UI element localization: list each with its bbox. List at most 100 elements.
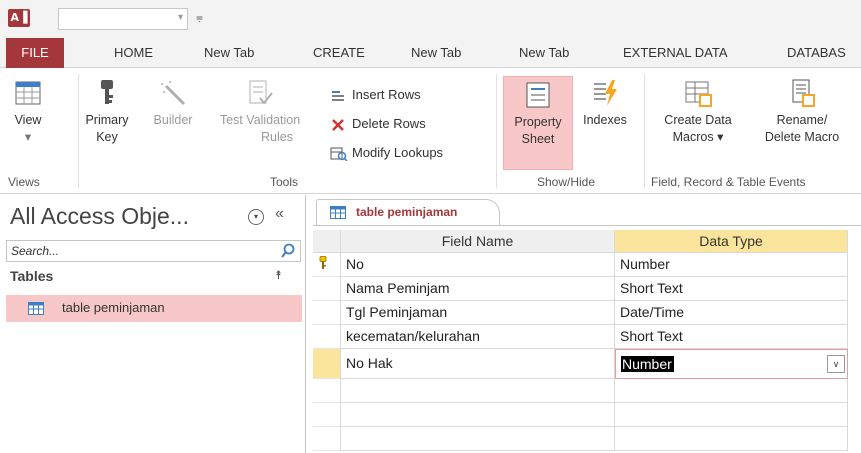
field-name-cell[interactable]: Nama Peminjam <box>341 277 615 301</box>
table-row[interactable] <box>313 427 848 451</box>
primary-key-icon <box>319 256 327 269</box>
test-validation-rules-button[interactable]: Test Validation Rules <box>212 78 308 146</box>
rename-macro-icon <box>792 79 815 107</box>
data-type-cell[interactable] <box>615 403 848 427</box>
view-button[interactable]: View ▾ <box>8 78 48 146</box>
test-validation-label-2: Rules <box>261 130 293 144</box>
property-sheet-label-2: Sheet <box>521 132 555 146</box>
data-type-cell[interactable] <box>615 379 848 403</box>
tab-external-data[interactable]: EXTERNAL DATA <box>623 38 728 68</box>
table-row[interactable]: Nama Peminjam Short Text <box>313 277 848 301</box>
collapse-pane-icon[interactable]: « <box>275 205 284 223</box>
field-name-column-header[interactable]: Field Name <box>341 230 615 253</box>
row-selector[interactable] <box>313 301 341 325</box>
property-sheet-button[interactable]: Property Sheet <box>503 76 573 170</box>
tab-new-tab-1[interactable]: New Tab <box>204 38 254 68</box>
data-type-cell[interactable]: Short Text <box>615 277 848 301</box>
row-selector[interactable] <box>313 253 341 277</box>
events-group-label: Field, Record & Table Events <box>651 175 806 189</box>
search-placeholder: Search... <box>11 244 60 258</box>
nav-item-table-peminjaman[interactable]: table peminjaman <box>6 295 302 322</box>
table-icon <box>28 302 44 315</box>
data-type-column-header[interactable]: Data Type <box>615 230 848 253</box>
insert-rows-label: Insert Rows <box>352 87 421 102</box>
data-type-cell[interactable] <box>615 427 848 451</box>
chevron-down-icon[interactable]: ▾ <box>178 12 183 23</box>
access-logo-icon[interactable]: A▐ <box>8 9 30 27</box>
data-type-cell[interactable]: Number <box>615 253 848 277</box>
customize-toolbar-icon[interactable]: ⩦ <box>196 10 203 25</box>
table-row[interactable]: kecematan/kelurahan Short Text <box>313 325 848 349</box>
dropdown-chevron-icon[interactable]: ∨ <box>827 355 845 373</box>
field-name-cell[interactable] <box>341 427 615 451</box>
chevron-down-icon: ▾ <box>24 130 32 144</box>
delete-rows-button[interactable]: Delete Rows <box>330 113 426 135</box>
property-sheet-label-1: Property <box>514 115 562 129</box>
tables-section-header[interactable]: Tables <box>10 268 53 284</box>
data-macro-icon <box>685 81 712 107</box>
modify-lookups-button[interactable]: Modify Lookups <box>330 142 443 164</box>
group-divider <box>644 74 645 188</box>
rename-delete-macro-label-2: Delete Macro <box>764 130 840 144</box>
primary-key-button[interactable]: Primary Key <box>84 78 130 146</box>
create-data-macros-label-1: Create Data <box>664 113 732 127</box>
nav-pane-title[interactable]: All Access Obje... <box>10 203 189 230</box>
ribbon-tabs: FILE HOME New Tab CREATE New Tab New Tab… <box>0 38 861 68</box>
table-row[interactable]: Tgl Peminjaman Date/Time <box>313 301 848 325</box>
nav-item-label: table peminjaman <box>62 300 165 315</box>
tab-new-tab-2[interactable]: New Tab <box>411 38 461 68</box>
indexes-lightning-icon <box>594 80 617 106</box>
row-selector[interactable] <box>313 427 341 451</box>
field-name-cell[interactable]: kecematan/kelurahan <box>341 325 615 349</box>
key-icon <box>101 80 113 104</box>
property-sheet-icon <box>526 82 550 108</box>
tab-new-tab-3[interactable]: New Tab <box>519 38 569 68</box>
data-type-cell[interactable]: Short Text <box>615 325 848 349</box>
views-group-label: Views <box>8 175 40 189</box>
delete-rows-icon <box>332 118 344 131</box>
show-hide-group-label: Show/Hide <box>537 175 596 189</box>
group-divider <box>496 74 497 188</box>
field-name-cell[interactable]: Tgl Peminjaman <box>341 301 615 325</box>
field-name-cell[interactable] <box>341 403 615 427</box>
rename-delete-macro-button[interactable]: Rename/ Delete Macro <box>752 78 852 146</box>
quick-access-combo[interactable]: ▾ <box>58 8 188 30</box>
collapse-section-icon[interactable]: ⯭ <box>275 268 282 283</box>
data-type-cell[interactable]: Date/Time <box>615 301 848 325</box>
row-selector[interactable] <box>313 379 341 403</box>
insert-rows-button[interactable]: Insert Rows <box>330 84 421 106</box>
tab-file[interactable]: FILE <box>6 38 64 68</box>
validation-check-icon <box>249 80 273 105</box>
rename-delete-macro-label-1: Rename/ <box>776 113 828 127</box>
row-selector[interactable] <box>313 325 341 349</box>
ribbon: View ▾ Views Primary Key Builder Test Va… <box>0 68 861 194</box>
table-row-current[interactable]: No Hak Number ∨ <box>313 349 848 379</box>
row-selector[interactable] <box>313 277 341 301</box>
select-all-corner[interactable] <box>313 230 341 253</box>
tab-create[interactable]: CREATE <box>313 38 365 68</box>
table-row[interactable]: No Number <box>313 253 848 277</box>
search-icon[interactable] <box>280 242 296 260</box>
document-tab-label: table peminjaman <box>356 205 458 219</box>
table-row[interactable] <box>313 379 848 403</box>
modify-lookups-icon <box>330 147 348 161</box>
datasheet-view-icon <box>15 81 41 105</box>
primary-key-label-1: Primary <box>85 113 129 127</box>
nav-menu-chevron-icon[interactable]: ▾ <box>248 209 264 225</box>
indexes-button[interactable]: Indexes <box>574 78 636 129</box>
field-name-cell[interactable]: No Hak <box>341 349 615 379</box>
builder-button[interactable]: Builder <box>148 78 198 129</box>
current-row-selector[interactable] <box>313 349 341 379</box>
table-row[interactable] <box>313 403 848 427</box>
nav-search-input[interactable]: Search... <box>6 240 301 262</box>
data-type-selected-value: Number <box>621 356 674 372</box>
tab-database-tools[interactable]: DATABAS <box>787 38 846 68</box>
field-name-cell[interactable] <box>341 379 615 403</box>
create-data-macros-button[interactable]: Create Data Macros ▾ <box>652 78 744 146</box>
builder-label: Builder <box>153 113 193 127</box>
field-name-cell[interactable]: No <box>341 253 615 277</box>
data-type-combo[interactable]: Number ∨ <box>615 349 848 379</box>
quick-access-toolbar: A▐ ▾ ⩦ <box>0 0 861 38</box>
tab-home[interactable]: HOME <box>114 38 153 68</box>
row-selector[interactable] <box>313 403 341 427</box>
